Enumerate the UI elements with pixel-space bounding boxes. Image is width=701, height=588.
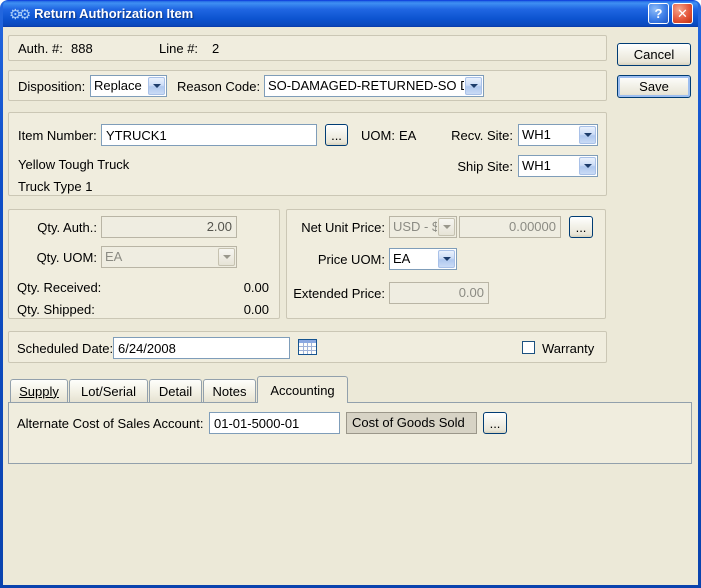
currency-select: USD - $ bbox=[389, 216, 457, 238]
recv-site-value: WH1 bbox=[522, 127, 551, 142]
tab-lot-serial[interactable]: Lot/Serial bbox=[69, 379, 148, 402]
uom-label: UOM: bbox=[361, 128, 395, 143]
ship-site-label: Ship Site: bbox=[457, 159, 513, 174]
warranty-label: Warranty bbox=[542, 341, 595, 356]
titlebar[interactable]: ⚙⚙ Return Authorization Item ? ✕ bbox=[3, 0, 698, 27]
net-unit-price-label: Net Unit Price: bbox=[301, 220, 385, 235]
accounting-tab-panel: Alternate Cost of Sales Account: Cost of… bbox=[8, 402, 692, 464]
save-button[interactable]: Save bbox=[617, 75, 691, 98]
price-uom-select[interactable]: EA bbox=[389, 248, 457, 270]
header-panel: Auth. #: 888 Line #: 2 bbox=[8, 35, 607, 61]
qty-uom-select: EA bbox=[101, 246, 237, 268]
window-title: Return Authorization Item bbox=[34, 6, 194, 21]
qty-shipped-label: Qty. Shipped: bbox=[17, 302, 95, 317]
reason-code-select[interactable]: SO-DAMAGED-RETURNED-SO D bbox=[264, 75, 484, 97]
cancel-button[interactable]: Cancel bbox=[617, 43, 691, 66]
disposition-panel: Disposition: Replace Reason Code: SO-DAM… bbox=[8, 70, 607, 101]
net-unit-price-field: 0.00000 bbox=[459, 216, 561, 238]
tab-detail[interactable]: Detail bbox=[149, 379, 202, 402]
recv-site-select[interactable]: WH1 bbox=[518, 124, 598, 146]
item-panel: Item Number: ... UOM: EA Recv. Site: WH1… bbox=[8, 112, 607, 196]
line-number-label: Line #: bbox=[159, 41, 199, 56]
reason-code-value: SO-DAMAGED-RETURNED-SO D bbox=[268, 78, 464, 93]
item-number-input[interactable] bbox=[101, 124, 317, 146]
qty-auth-field: 2.00 bbox=[101, 216, 237, 238]
item-browse-button[interactable]: ... bbox=[325, 124, 348, 146]
reason-code-label: Reason Code: bbox=[177, 79, 261, 94]
qty-shipped-value: 0.00 bbox=[243, 302, 269, 317]
disposition-label: Disposition: bbox=[18, 79, 86, 94]
chevron-down-icon bbox=[438, 250, 455, 268]
price-uom-value: EA bbox=[393, 251, 411, 266]
alternate-cost-account-input[interactable] bbox=[209, 412, 340, 434]
ship-site-value: WH1 bbox=[522, 158, 551, 173]
tab-accounting-label: Accounting bbox=[270, 382, 335, 398]
currency-value: USD - $ bbox=[393, 219, 437, 234]
extended-price-label: Extended Price: bbox=[293, 286, 385, 301]
disposition-select[interactable]: Replace bbox=[90, 75, 167, 97]
uom-value: EA bbox=[399, 128, 417, 143]
auth-number-value: 888 bbox=[71, 41, 93, 56]
item-description-line1: Yellow Tough Truck bbox=[18, 157, 130, 172]
tab-detail-label: Detail bbox=[158, 383, 193, 399]
calendar-icon bbox=[298, 339, 317, 355]
item-number-label: Item Number: bbox=[18, 128, 97, 143]
help-button[interactable]: ? bbox=[648, 3, 669, 24]
chevron-down-icon bbox=[465, 77, 482, 95]
qty-received-label: Qty. Received: bbox=[17, 280, 102, 295]
chevron-down-icon bbox=[579, 157, 596, 175]
qty-uom-label: Qty. UOM: bbox=[36, 250, 97, 265]
tab-accounting[interactable]: Accounting bbox=[257, 376, 348, 403]
disposition-value: Replace bbox=[94, 78, 142, 93]
tab-supply[interactable]: Supply bbox=[10, 379, 68, 402]
chevron-down-icon bbox=[218, 248, 235, 266]
gears-icon: ⚙⚙ bbox=[9, 5, 31, 22]
ship-site-select[interactable]: WH1 bbox=[518, 155, 598, 177]
item-description-line2: Truck Type 1 bbox=[18, 179, 93, 194]
line-number-value: 2 bbox=[212, 41, 220, 56]
tab-lot-serial-label: Lot/Serial bbox=[81, 383, 136, 399]
tab-notes-label: Notes bbox=[212, 383, 247, 399]
tab-notes[interactable]: Notes bbox=[203, 379, 256, 402]
price-uom-label: Price UOM: bbox=[317, 252, 385, 267]
schedule-panel: Scheduled Date: Warranty bbox=[8, 331, 607, 363]
close-button[interactable]: ✕ bbox=[672, 3, 693, 24]
chevron-down-icon bbox=[438, 218, 455, 236]
account-description-field: Cost of Goods Sold bbox=[346, 412, 477, 434]
alternate-cost-account-label: Alternate Cost of Sales Account: bbox=[17, 416, 204, 431]
price-browse-button[interactable]: ... bbox=[569, 216, 593, 238]
price-panel: Net Unit Price: USD - $ 0.00000 ... Pric… bbox=[286, 209, 606, 319]
chevron-down-icon bbox=[579, 126, 596, 144]
warranty-checkbox[interactable] bbox=[522, 341, 535, 354]
calendar-button[interactable] bbox=[297, 337, 319, 358]
qty-auth-label: Qty. Auth.: bbox=[37, 220, 97, 235]
scheduled-date-label: Scheduled Date: bbox=[17, 341, 114, 356]
dialog-content: Auth. #: 888 Line #: 2 Cancel Save Dispo… bbox=[3, 27, 698, 585]
extended-price-field: 0.00 bbox=[389, 282, 489, 304]
tab-supply-label: Supply bbox=[19, 383, 59, 399]
scheduled-date-input[interactable] bbox=[113, 337, 290, 359]
account-browse-button[interactable]: ... bbox=[483, 412, 507, 434]
return-authorization-item-dialog: ⚙⚙ Return Authorization Item ? ✕ Auth. #… bbox=[0, 0, 701, 588]
recv-site-label: Recv. Site: bbox=[451, 128, 513, 143]
chevron-down-icon bbox=[148, 77, 165, 95]
quantity-panel: Qty. Auth.: 2.00 Qty. UOM: EA Qty. Recei… bbox=[8, 209, 280, 319]
qty-uom-value: EA bbox=[105, 249, 123, 264]
qty-received-value: 0.00 bbox=[243, 280, 269, 295]
auth-number-label: Auth. #: bbox=[18, 41, 63, 56]
